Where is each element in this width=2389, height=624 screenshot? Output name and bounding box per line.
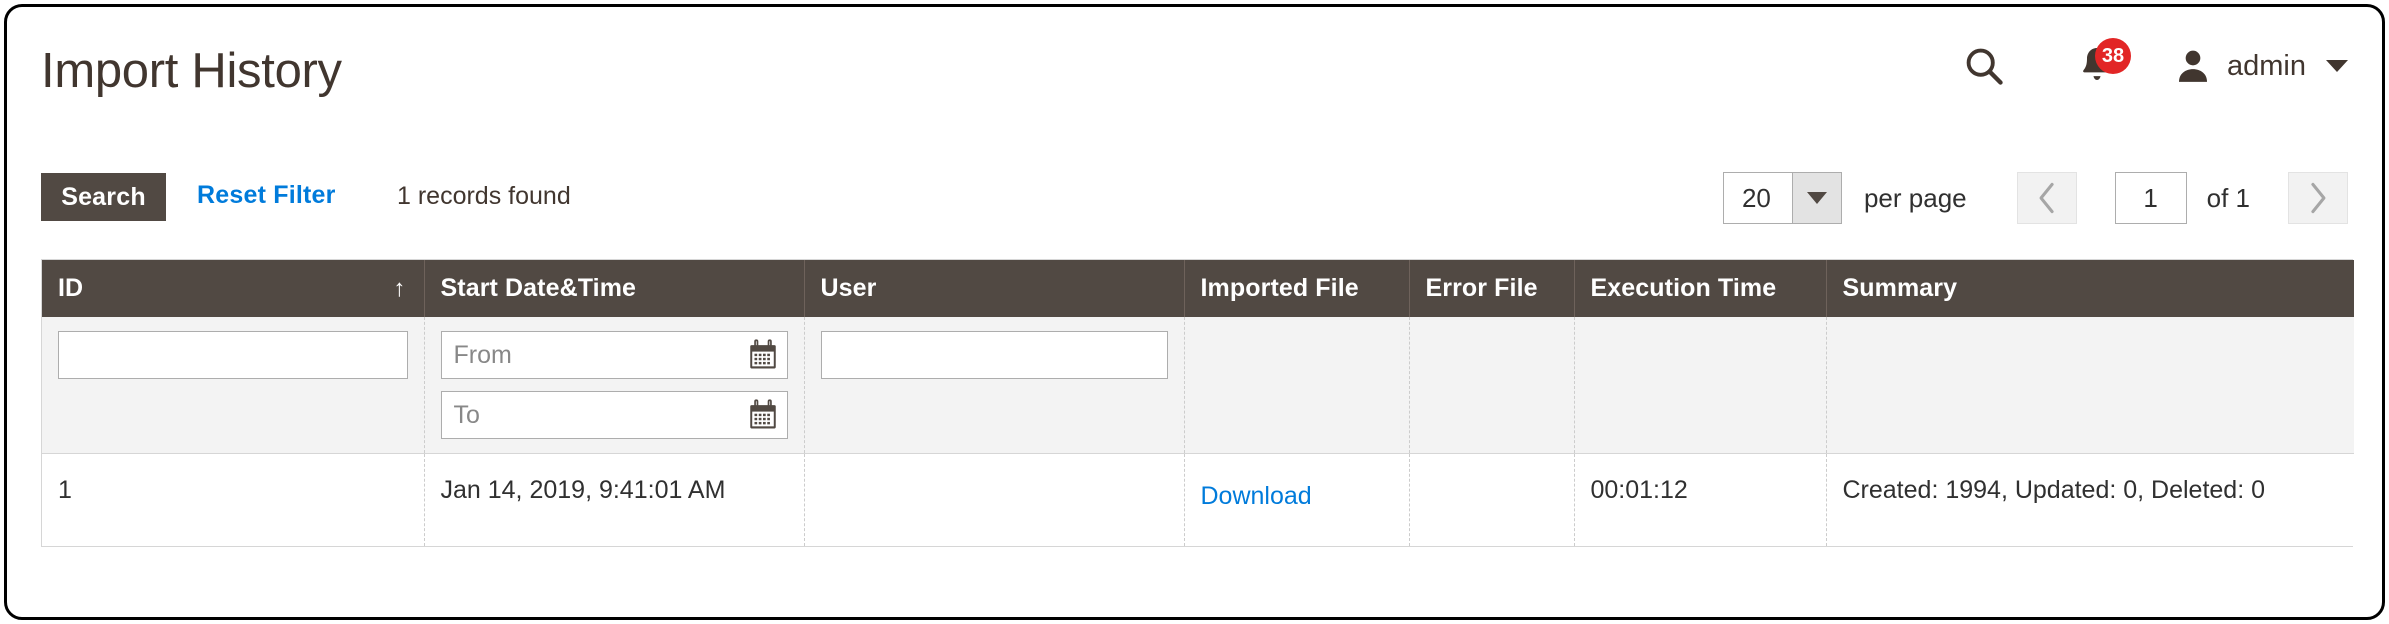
- search-button[interactable]: Search: [41, 173, 166, 221]
- user-menu-button[interactable]: admin: [2173, 37, 2348, 95]
- notifications-button[interactable]: 38: [2057, 37, 2137, 95]
- user-avatar-icon: [2179, 50, 2207, 82]
- records-found-label: 1 records found: [397, 182, 571, 210]
- user-name-label: admin: [2227, 49, 2306, 82]
- current-page-input[interactable]: [2114, 172, 2187, 224]
- filter-date-to-wrap: [440, 391, 788, 439]
- total-pages-label: of 1: [2206, 182, 2250, 213]
- filter-date-from-wrap: [440, 331, 788, 379]
- notification-count-badge: 38: [2095, 38, 2131, 74]
- global-search-button[interactable]: [1953, 37, 2015, 95]
- filter-id-input[interactable]: [58, 331, 408, 379]
- reset-filter-link[interactable]: Reset Filter: [197, 181, 336, 210]
- header-tools: 38 admin: [1953, 37, 2348, 95]
- filter-date-from-input[interactable]: [440, 331, 788, 379]
- grid-toolbar: Search Reset Filter 1 records found 20 p…: [7, 167, 2382, 233]
- grid-filter-row: [42, 317, 2354, 454]
- column-header-id-label: ID: [58, 274, 84, 302]
- column-header-start-date-time[interactable]: Start Date&Time: [424, 260, 805, 317]
- grid-header-row: ID ↑ Start Date&Time User Imported File …: [42, 260, 2354, 317]
- previous-page-button[interactable]: [2016, 172, 2077, 224]
- import-history-grid: ID ↑ Start Date&Time User Imported File …: [41, 259, 2354, 547]
- cell-user: [804, 453, 1185, 546]
- per-page-dropdown-toggle[interactable]: [1791, 173, 1841, 223]
- per-page-value: 20: [1741, 182, 1771, 213]
- page-title: Import History: [41, 44, 342, 98]
- calendar-icon[interactable]: [746, 398, 780, 432]
- filter-cell-imported-file: [1184, 317, 1410, 454]
- column-header-error-file[interactable]: Error File: [1409, 260, 1575, 317]
- column-header-user[interactable]: User: [804, 260, 1185, 317]
- column-header-id[interactable]: ID ↑: [42, 260, 425, 317]
- column-header-execution-time[interactable]: Execution Time: [1574, 260, 1827, 317]
- next-page-button[interactable]: [2288, 172, 2348, 224]
- cell-summary: Created: 1994, Updated: 0, Deleted: 0: [1826, 453, 2354, 546]
- page-header: Import History 38 admin: [7, 7, 2382, 135]
- cell-error-file: [1409, 453, 1575, 546]
- filter-date-to-input[interactable]: [440, 391, 788, 439]
- calendar-icon[interactable]: [746, 338, 780, 372]
- cell-execution-time: 00:01:12: [1574, 453, 1827, 546]
- per-page-label: per page: [1863, 182, 1967, 213]
- cell-start-date-time: Jan 14, 2019, 9:41:01 AM: [424, 453, 805, 546]
- filter-cell-error-file: [1409, 317, 1575, 454]
- chevron-right-icon: [2311, 182, 2326, 214]
- filter-cell-id: [42, 317, 425, 454]
- cell-imported-file: Download: [1184, 453, 1410, 546]
- column-header-summary[interactable]: Summary: [1826, 260, 2354, 317]
- filter-cell-execution-time: [1574, 317, 1827, 454]
- admin-page-frame: Import History 38 admin Search Reset Fil…: [4, 4, 2385, 620]
- filter-cell-user: [804, 317, 1185, 454]
- chevron-left-icon: [2039, 182, 2054, 214]
- chevron-down-icon: [2326, 60, 2348, 72]
- column-header-imported-file[interactable]: Imported File: [1184, 260, 1410, 317]
- cell-id: 1: [42, 453, 425, 546]
- filter-cell-start-date-time: [424, 317, 805, 454]
- per-page-select[interactable]: 20: [1722, 172, 1842, 224]
- download-link[interactable]: Download: [1201, 482, 1312, 510]
- filter-cell-summary: [1826, 317, 2354, 454]
- chevron-down-icon: [1806, 192, 1827, 204]
- search-icon: [1966, 48, 2003, 85]
- table-row[interactable]: 1 Jan 14, 2019, 9:41:01 AM Download 00:0…: [42, 453, 2354, 546]
- pagination-controls: 20 per page of 1: [1722, 167, 2348, 229]
- filter-user-input[interactable]: [820, 331, 1168, 379]
- sort-ascending-icon: ↑: [393, 274, 406, 302]
